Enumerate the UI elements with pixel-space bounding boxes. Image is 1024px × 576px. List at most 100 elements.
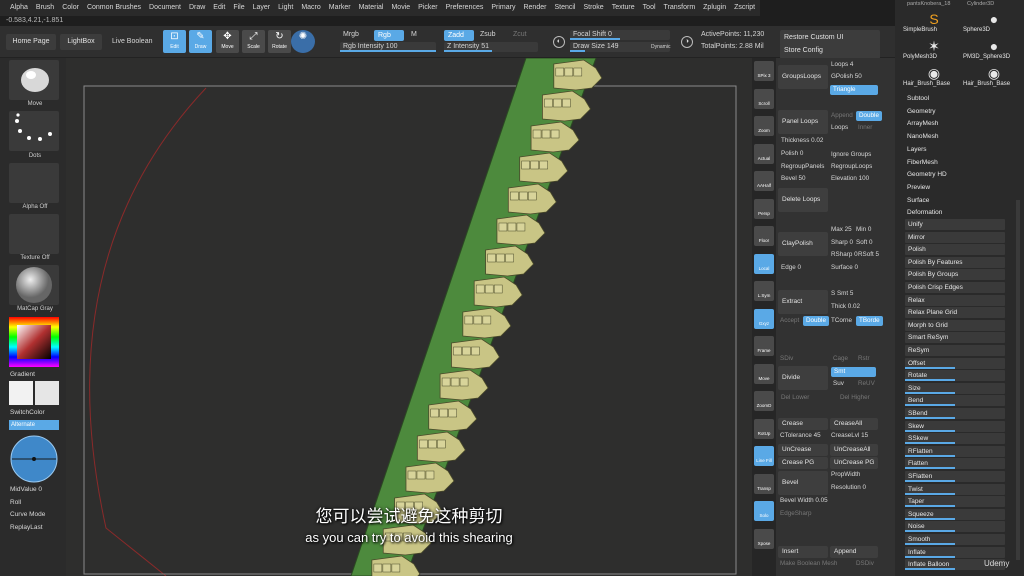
deform-polish-by-features[interactable]: Polish By Features <box>905 256 1005 268</box>
regroup-loops-toggle[interactable]: RegroupLoops <box>831 163 872 170</box>
max-slider[interactable]: Max 25 <box>831 226 852 233</box>
menu-geometry-hd[interactable]: Geometry HD <box>907 171 947 178</box>
live-boolean-button[interactable]: Live Boolean <box>112 38 152 45</box>
replay-last-button[interactable]: ReplayLast <box>10 524 43 531</box>
focal-shift-slider[interactable]: Focal Shift 0 <box>570 30 670 40</box>
thick-slider[interactable]: Thick 0.02 <box>831 303 860 310</box>
menu-item[interactable]: Edit <box>209 0 229 16</box>
menu-item[interactable]: Alpha <box>6 0 32 16</box>
tool-thumb-label[interactable]: Sphere3D <box>963 27 990 33</box>
view-button-gxyz[interactable]: Gxyz <box>754 308 774 329</box>
deform-mirror[interactable]: Mirror <box>905 231 1005 243</box>
del-lower-button[interactable]: Del Lower <box>781 394 809 401</box>
dynamic-toggle[interactable]: Dynamic <box>651 44 670 50</box>
tool-thumb-icon[interactable]: ◉ <box>985 64 1003 82</box>
tool-scale-button[interactable]: ⤢ Scale <box>242 30 265 53</box>
view-button-frame[interactable]: Frame <box>754 336 774 356</box>
deform-skew[interactable]: Skew <box>905 420 1005 432</box>
alternate-toggle[interactable]: Alternate <box>9 420 59 430</box>
crease-level-slider[interactable]: CreaseLvl 15 <box>831 432 868 439</box>
tool-thumb-label[interactable]: Hair_Brush_Base <box>903 81 950 87</box>
tool-thumb-icon[interactable]: ✶ <box>925 37 943 55</box>
move-brush-thumb[interactable] <box>9 60 59 100</box>
tool-thumb-icon[interactable]: ◉ <box>925 64 943 82</box>
bevel-button[interactable]: Bevel <box>778 471 828 495</box>
tool-thumb-label[interactable]: PolyMesh3D <box>903 54 937 60</box>
tool-move-button[interactable]: ✥ Move <box>216 30 239 53</box>
divide-button[interactable]: Divide <box>778 366 828 390</box>
menu-item[interactable]: File <box>229 0 248 16</box>
zadd-toggle[interactable]: Zadd <box>444 30 474 41</box>
tcorne-toggle[interactable]: TCorne <box>831 317 852 324</box>
deform-polish-by-groups[interactable]: Polish By Groups <box>905 269 1005 281</box>
menu-item[interactable]: Picker <box>414 0 441 16</box>
view-button-xpose[interactable]: Xpose <box>754 528 774 549</box>
menu-preview[interactable]: Preview <box>907 184 930 191</box>
elevation-slider[interactable]: Elevation 100 <box>831 175 869 182</box>
tool-rotate-button[interactable]: ↻ Rotate <box>268 30 291 53</box>
smt-toggle[interactable]: Smt <box>831 367 876 377</box>
rgb-toggle[interactable]: Rgb <box>374 30 404 41</box>
gradient-label[interactable]: Gradient <box>10 371 35 378</box>
cage-button[interactable]: Cage <box>833 355 848 362</box>
rsoft-slider[interactable]: RSoft 5 <box>858 251 879 258</box>
gizmo-icon[interactable]: ✺ <box>291 30 315 53</box>
menu-item[interactable]: Draw <box>185 0 209 16</box>
tool-thumb-icon[interactable]: S <box>925 10 943 28</box>
menu-item[interactable]: Zscript <box>730 0 759 16</box>
tborde-toggle[interactable]: TBorde <box>856 316 883 326</box>
deform-bend[interactable]: Bend <box>905 395 1005 407</box>
thickness-slider[interactable]: Thickness 0.02 <box>781 137 823 144</box>
deform-flatten[interactable]: Flatten <box>905 458 1005 470</box>
deform-polish-crisp-edges[interactable]: Polish Crisp Edges <box>905 282 1005 293</box>
view-button-aahalf[interactable]: AAHalf <box>754 171 774 191</box>
menu-item[interactable]: Render <box>519 0 550 16</box>
menu-item[interactable]: Document <box>145 0 185 16</box>
deform-rotate[interactable]: Rotate <box>905 370 1005 382</box>
menu-item[interactable]: Stencil <box>550 0 579 16</box>
s-smt-slider[interactable]: S Smt 5 <box>831 290 853 297</box>
resolution-slider[interactable]: Resolution 0 <box>831 484 866 491</box>
make-boolean-mesh-button[interactable]: Make Boolean Mesh <box>780 560 837 567</box>
uncrease-all-button[interactable]: UnCreaseAll <box>830 444 878 456</box>
curve-editor[interactable] <box>9 434 59 484</box>
append-toggle[interactable]: Append <box>831 112 853 119</box>
z-intensity-slider[interactable]: Z Intensity 51 <box>444 42 538 52</box>
alpha-thumb[interactable] <box>9 163 59 203</box>
claypolish-button[interactable]: ClayPolish <box>778 232 828 256</box>
switch-color-button[interactable]: SwitchColor <box>10 409 45 416</box>
tool-thumb-label[interactable]: SimpleBrush <box>903 27 937 33</box>
menu-item[interactable]: Brush <box>32 0 58 16</box>
view-button-persp[interactable]: Persp <box>754 198 774 219</box>
reuv-toggle[interactable]: ReUV <box>858 380 875 387</box>
deform-resym[interactable]: ReSym <box>905 345 1005 356</box>
suv-toggle[interactable]: Suv <box>833 380 844 387</box>
edge-slider[interactable]: Edge 0 <box>781 264 801 271</box>
double-extract-toggle[interactable]: Double <box>803 316 829 326</box>
insert-button[interactable]: Insert <box>778 546 828 558</box>
rsharp-slider[interactable]: RSharp 0 <box>831 251 858 258</box>
draw-size-slider[interactable]: Draw Size 149 Dynamic <box>570 42 670 52</box>
extract-button[interactable]: Extract <box>778 290 828 314</box>
deform-sskew[interactable]: SSkew <box>905 433 1005 445</box>
menu-item[interactable]: Transform <box>660 0 700 16</box>
view-button-l-sym[interactable]: L.Sym <box>754 281 774 301</box>
tool-thumb-icon[interactable]: ● <box>985 37 1003 55</box>
curve-mode-toggle[interactable]: Curve Mode <box>10 511 45 518</box>
soft-slider[interactable]: Soft 0 <box>856 239 872 246</box>
deform-inflate[interactable]: Inflate <box>905 546 1005 558</box>
tool-edit-button[interactable]: ⊡ Edit <box>163 30 186 53</box>
uncrease-pg-button[interactable]: UnCrease PG <box>830 457 878 469</box>
delete-loops-button[interactable]: Delete Loops <box>778 188 828 212</box>
view-button-solo[interactable]: Solo <box>754 501 774 521</box>
menu-item[interactable]: Texture <box>608 0 639 16</box>
focal-shift-icon[interactable]: ◐ <box>553 36 565 48</box>
panel-loops-button[interactable]: Panel Loops <box>778 110 828 134</box>
accept-button[interactable]: Accept <box>780 317 799 324</box>
min-slider[interactable]: Min 0 <box>856 226 871 233</box>
view-button-transp[interactable]: Transp <box>754 473 774 494</box>
view-button-line-fill[interactable]: Line Fill <box>754 446 774 466</box>
menu-subtool[interactable]: Subtool <box>907 95 929 102</box>
deform-size[interactable]: Size <box>905 382 1005 394</box>
deform-polish[interactable]: Polish <box>905 244 1005 256</box>
